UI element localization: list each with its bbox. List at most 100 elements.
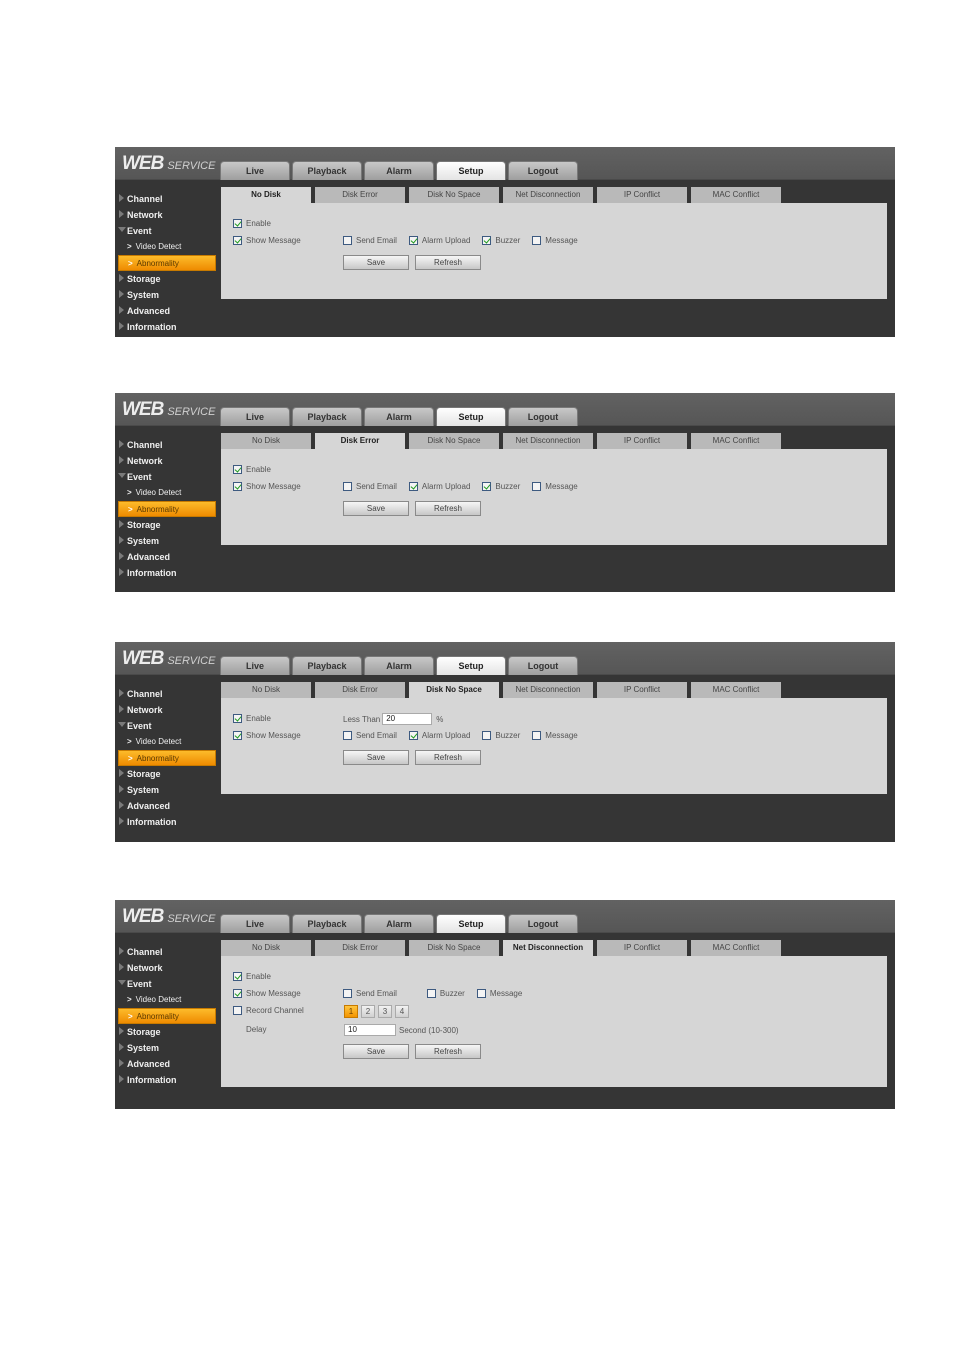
channel-3-button[interactable]: 3	[378, 1005, 392, 1018]
show-message-checkbox[interactable]	[233, 482, 242, 491]
save-button[interactable]: Save	[343, 255, 409, 270]
alarm-upload-option[interactable]: Alarm Upload	[408, 482, 470, 491]
subtab-no-disk[interactable]: No Disk	[221, 433, 311, 449]
subtab-net-disconnection[interactable]: Net Disconnection	[503, 433, 593, 449]
enable-checkbox[interactable]	[233, 714, 242, 723]
sidebar-sub-abnormality[interactable]: > Abnormality	[118, 255, 216, 271]
subtab-ip-conflict[interactable]: IP Conflict	[597, 433, 687, 449]
subtab-disk-error[interactable]: Disk Error	[315, 187, 405, 203]
tab-setup[interactable]: Setup	[436, 161, 506, 180]
save-button[interactable]: Save	[343, 1044, 409, 1059]
message-option[interactable]: Message	[532, 236, 578, 245]
tab-logout[interactable]: Logout	[508, 914, 578, 933]
tab-logout[interactable]: Logout	[508, 161, 578, 180]
refresh-button[interactable]: Refresh	[415, 255, 481, 270]
sidebar-sub-video-detect[interactable]: > Video Detect	[115, 734, 219, 750]
subtab-net-disconnection[interactable]: Net Disconnection	[503, 187, 593, 203]
sidebar-item-advanced[interactable]: Advanced	[115, 798, 219, 814]
tab-logout[interactable]: Logout	[508, 407, 578, 426]
send-email-option[interactable]: Send Email	[343, 482, 397, 491]
buzzer-option[interactable]: Buzzer	[482, 731, 520, 740]
sidebar-item-channel[interactable]: Channel	[115, 944, 219, 960]
buzzer-option[interactable]: Buzzer	[482, 236, 520, 245]
tab-setup[interactable]: Setup	[436, 914, 506, 933]
enable-checkbox[interactable]	[233, 219, 242, 228]
save-button[interactable]: Save	[343, 501, 409, 516]
subtab-ip-conflict[interactable]: IP Conflict	[597, 940, 687, 956]
channel-4-button[interactable]: 4	[395, 1005, 409, 1018]
tab-alarm[interactable]: Alarm	[364, 407, 434, 426]
buzzer-checkbox[interactable]	[482, 482, 492, 491]
sidebar-item-information[interactable]: Information	[115, 319, 219, 335]
send-email-checkbox[interactable]	[343, 989, 352, 998]
subtab-no-disk[interactable]: No Disk	[221, 940, 311, 956]
subtab-mac-conflict[interactable]: MAC Conflict	[691, 940, 781, 956]
enable-option[interactable]: Enable	[233, 465, 271, 474]
record-channel-option[interactable]: Record Channel	[233, 1006, 304, 1015]
tab-playback[interactable]: Playback	[292, 656, 362, 675]
sidebar-item-storage[interactable]: Storage	[115, 1024, 219, 1040]
tab-playback[interactable]: Playback	[292, 914, 362, 933]
buzzer-checkbox[interactable]	[426, 989, 436, 998]
sidebar-sub-abnormality[interactable]: > Abnormality	[118, 1008, 216, 1024]
sidebar-item-advanced[interactable]: Advanced	[115, 303, 219, 319]
save-button[interactable]: Save	[343, 750, 409, 765]
record-channel-checkbox[interactable]	[233, 1006, 242, 1015]
sidebar-item-event[interactable]: Event	[115, 223, 219, 239]
enable-option[interactable]: Enable	[233, 219, 271, 228]
subtab-net-disconnection[interactable]: Net Disconnection	[503, 940, 593, 956]
subtab-mac-conflict[interactable]: MAC Conflict	[691, 682, 781, 698]
sidebar-item-information[interactable]: Information	[115, 814, 219, 830]
subtab-ip-conflict[interactable]: IP Conflict	[597, 682, 687, 698]
sidebar-item-network[interactable]: Network	[115, 207, 219, 223]
sidebar-sub-video-detect[interactable]: > Video Detect	[115, 485, 219, 501]
sidebar-sub-video-detect[interactable]: > Video Detect	[115, 992, 219, 1008]
enable-option[interactable]: Enable	[233, 972, 271, 981]
buzzer-checkbox[interactable]	[482, 731, 492, 740]
sidebar-item-system[interactable]: System	[115, 533, 219, 549]
send-email-checkbox[interactable]	[343, 236, 352, 245]
alarm-upload-option[interactable]: Alarm Upload	[408, 236, 470, 245]
subtab-no-disk[interactable]: No Disk	[221, 187, 311, 203]
tab-playback[interactable]: Playback	[292, 407, 362, 426]
alarm-upload-checkbox[interactable]	[408, 731, 418, 740]
show-message-checkbox[interactable]	[233, 989, 242, 998]
subtab-disk-error[interactable]: Disk Error	[315, 940, 405, 956]
sidebar-item-storage[interactable]: Storage	[115, 271, 219, 287]
subtab-no-disk[interactable]: No Disk	[221, 682, 311, 698]
sidebar-item-storage[interactable]: Storage	[115, 766, 219, 782]
buzzer-checkbox[interactable]	[482, 236, 492, 245]
send-email-option[interactable]: Send Email	[343, 989, 397, 998]
alarm-upload-checkbox[interactable]	[408, 236, 418, 245]
sidebar-sub-video-detect[interactable]: > Video Detect	[115, 239, 219, 255]
channel-1-button[interactable]: 1	[344, 1005, 358, 1018]
sidebar-item-advanced[interactable]: Advanced	[115, 1056, 219, 1072]
tab-alarm[interactable]: Alarm	[364, 656, 434, 675]
sidebar-item-network[interactable]: Network	[115, 960, 219, 976]
tab-live[interactable]: Live	[220, 407, 290, 426]
show-message-option[interactable]: Show Message	[233, 236, 301, 245]
subtab-mac-conflict[interactable]: MAC Conflict	[691, 433, 781, 449]
message-checkbox[interactable]	[476, 989, 486, 998]
send-email-option[interactable]: Send Email	[343, 236, 397, 245]
send-email-checkbox[interactable]	[343, 482, 352, 491]
message-checkbox[interactable]	[532, 731, 542, 740]
sidebar-item-system[interactable]: System	[115, 1040, 219, 1056]
alarm-upload-checkbox[interactable]	[408, 482, 418, 491]
subtab-disk-no-space[interactable]: Disk No Space	[409, 682, 499, 698]
sidebar-sub-abnormality[interactable]: > Abnormality	[118, 750, 216, 766]
sidebar-item-event[interactable]: Event	[115, 976, 219, 992]
sidebar-item-system[interactable]: System	[115, 782, 219, 798]
tab-live[interactable]: Live	[220, 161, 290, 180]
message-option[interactable]: Message	[532, 731, 578, 740]
less-than-input[interactable]: 20	[382, 713, 433, 725]
subtab-mac-conflict[interactable]: MAC Conflict	[691, 187, 781, 203]
sidebar-item-information[interactable]: Information	[115, 565, 219, 581]
message-checkbox[interactable]	[532, 236, 542, 245]
tab-live[interactable]: Live	[220, 914, 290, 933]
sidebar-item-network[interactable]: Network	[115, 453, 219, 469]
message-option[interactable]: Message	[476, 989, 522, 998]
show-message-checkbox[interactable]	[233, 731, 242, 740]
channel-2-button[interactable]: 2	[361, 1005, 375, 1018]
sidebar-item-storage[interactable]: Storage	[115, 517, 219, 533]
